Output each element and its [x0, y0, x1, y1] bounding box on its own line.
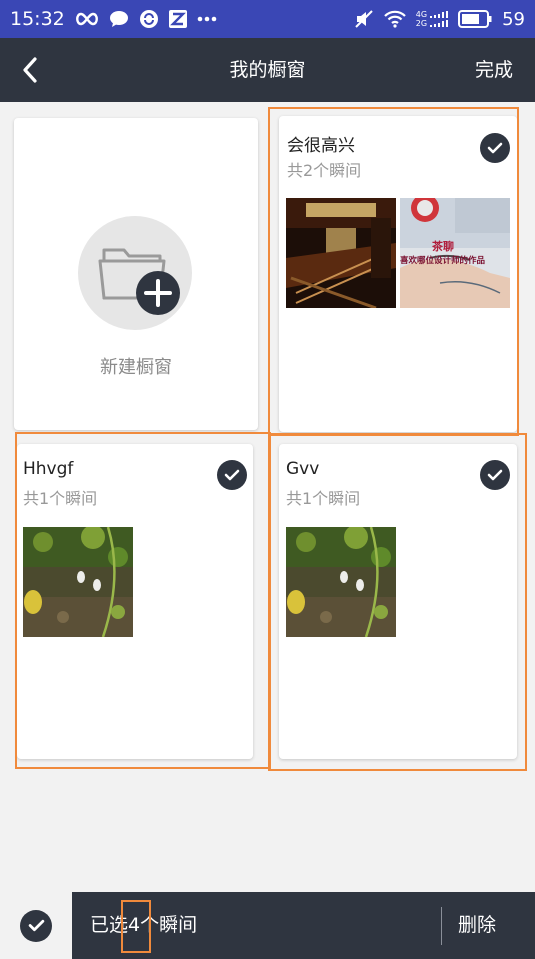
back-button[interactable] — [10, 50, 50, 90]
done-button[interactable]: 完成 — [475, 38, 513, 102]
window-title: 会很高兴 — [287, 136, 355, 156]
window-title: Hhvgf — [23, 459, 74, 479]
selected-prefix: 已选 — [90, 914, 129, 936]
new-window-card[interactable]: 新建橱窗 — [14, 118, 258, 430]
interior-photo — [286, 198, 396, 308]
more-dots-icon — [197, 16, 217, 22]
window-count: 共1个瞬间 — [23, 489, 98, 508]
status-bar: 15:32 4G 2G 59 — [0, 0, 535, 38]
select-all-check-icon — [20, 909, 52, 942]
network-2g-label: 2G — [415, 19, 428, 28]
selected-check-icon[interactable] — [217, 460, 247, 490]
plants-photo — [286, 527, 396, 637]
selected-count-text: 已选4个瞬间 — [90, 892, 197, 959]
thumb-overlay-title: 茶聊 — [432, 240, 454, 253]
new-window-label: 新建橱窗 — [100, 357, 172, 378]
infinity-icon — [75, 12, 99, 26]
delete-button[interactable]: 删除 — [458, 892, 496, 959]
window-card[interactable]: Gvv 共1个瞬间 — [279, 444, 517, 759]
selected-suffix: 个瞬间 — [140, 914, 198, 936]
signal-icon: 4G 2G — [415, 10, 449, 28]
thumb-overlay-caption: 喜欢哪位设计师的作品 — [400, 256, 486, 266]
window-card[interactable]: 会很高兴 共2个瞬间 茶聊 喜欢哪位设计师的作品 — [279, 116, 517, 432]
chevron-left-icon — [23, 57, 37, 83]
z-app-icon — [168, 10, 187, 28]
plants-photo — [23, 527, 133, 637]
battery-icon — [458, 10, 492, 28]
add-folder-icon — [98, 248, 180, 315]
window-count: 共1个瞬间 — [286, 489, 361, 508]
page-title: 我的橱窗 — [229, 59, 306, 81]
divider — [441, 907, 442, 945]
select-all-button[interactable] — [0, 892, 72, 959]
bottom-action-bar: 已选4个瞬间 删除 — [0, 892, 535, 959]
battery-level: 59 — [502, 8, 525, 30]
mute-icon — [354, 9, 374, 29]
wifi-icon — [384, 10, 406, 28]
chat-bubble-icon — [109, 10, 129, 28]
network-4g-label: 4G — [415, 10, 428, 19]
tattoo-studio-photo: 茶聊 喜欢哪位设计师的作品 — [400, 198, 510, 308]
new-folder-button — [78, 216, 192, 330]
selected-check-icon[interactable] — [480, 460, 510, 490]
window-count: 共2个瞬间 — [287, 161, 362, 180]
sync-icon — [139, 9, 159, 29]
window-card[interactable]: Hhvgf 共1个瞬间 — [17, 444, 253, 759]
selected-count: 4 — [128, 914, 141, 936]
top-toolbar: 我的橱窗 完成 — [0, 38, 535, 102]
window-title: Gvv — [286, 459, 320, 479]
status-time: 15:32 — [10, 8, 65, 30]
selected-check-icon[interactable] — [480, 133, 510, 163]
